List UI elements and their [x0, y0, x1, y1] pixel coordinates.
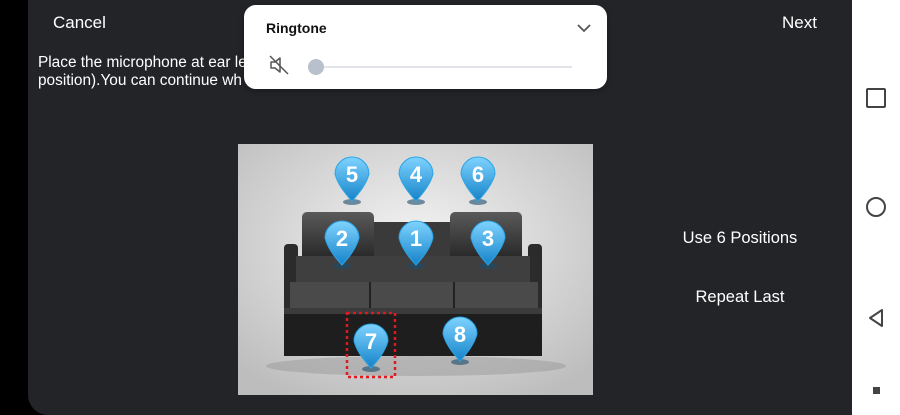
next-button[interactable]: Next [782, 13, 817, 33]
use-6-positions-button[interactable]: Use 6 Positions [660, 229, 820, 248]
seating-diagram: 1 2 3 4 5 6 7 8 [238, 144, 593, 395]
position-number-label: 5 [346, 162, 358, 187]
volume-popup: Ringtone [244, 5, 607, 89]
volume-slider[interactable] [308, 59, 572, 75]
position-number-label: 1 [410, 226, 422, 251]
cancel-button[interactable]: Cancel [53, 13, 106, 33]
back-icon[interactable] [864, 306, 888, 330]
volume-mute-icon[interactable] [268, 54, 290, 76]
position-number-label: 8 [454, 322, 466, 347]
home-icon[interactable] [864, 195, 888, 219]
status-dot-icon [864, 378, 888, 402]
repeat-last-button[interactable]: Repeat Last [660, 288, 820, 307]
position-number-label: 6 [472, 162, 484, 187]
chevron-down-icon[interactable] [575, 19, 593, 37]
volume-stream-title: Ringtone [266, 20, 327, 36]
recent-apps-icon[interactable] [864, 86, 888, 110]
position-number-label: 7 [365, 329, 377, 354]
volume-slider-thumb[interactable] [308, 59, 324, 75]
navigation-bar [852, 0, 900, 415]
position-number-label: 3 [482, 226, 494, 251]
position-number-label: 2 [336, 226, 348, 251]
position-number-label: 4 [410, 162, 423, 187]
